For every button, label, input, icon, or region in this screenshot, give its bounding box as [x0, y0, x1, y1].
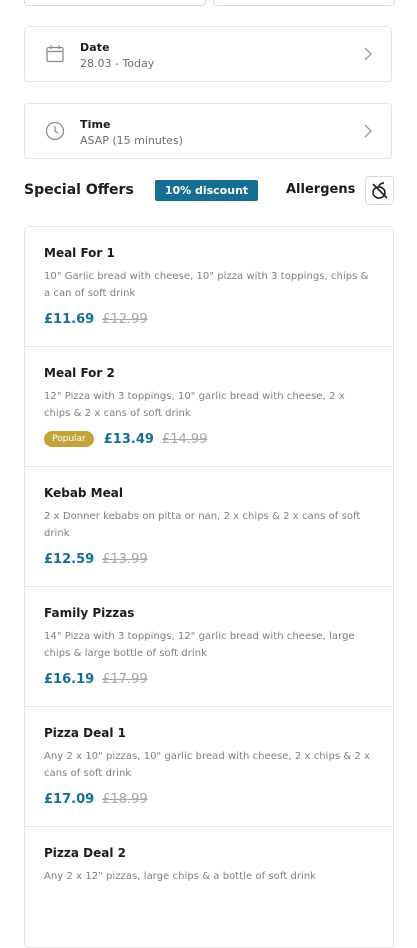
chevron-right-icon	[363, 46, 373, 62]
time-label: Time	[80, 118, 111, 131]
offer-prices	[44, 909, 373, 929]
clock-icon	[45, 121, 65, 141]
time-picker[interactable]: Time ASAP (15 minutes)	[24, 103, 392, 159]
offer-price: £12.59	[44, 551, 95, 567]
special-offers-title: Special Offers	[24, 182, 134, 198]
date-label: Date	[80, 41, 110, 54]
offer-description: 2 x Donner kebabs on pitta or nan, 2 x c…	[44, 511, 361, 539]
date-picker[interactable]: Date 28.03 - Today	[24, 26, 392, 82]
offer-name: Family Pizzas	[44, 606, 135, 620]
offer-name: Meal For 1	[44, 246, 115, 260]
order-type-tabs	[24, 0, 395, 6]
offer-card[interactable]: Kebab Meal 2 x Donner kebabs on pitta or…	[25, 467, 393, 587]
time-value: ASAP (15 minutes)	[80, 134, 183, 147]
offer-name: Pizza Deal 2	[44, 846, 126, 860]
date-value: 28.03 - Today	[80, 57, 155, 70]
offer-name: Meal For 2	[44, 366, 115, 380]
offer-name: Pizza Deal 1	[44, 726, 126, 740]
offer-old-price: £13.99	[102, 551, 148, 567]
order-type-tab-left[interactable]	[24, 0, 206, 6]
allergens-label[interactable]: Allergens	[286, 182, 355, 197]
offer-card[interactable]: Meal For 2 12" Pizza with 3 toppings, 10…	[25, 347, 393, 467]
discount-badge: 10% discount	[155, 180, 258, 201]
special-offers-list: Meal For 1 10" Garlic bread with cheese,…	[24, 226, 394, 948]
offer-name: Kebab Meal	[44, 486, 123, 500]
special-offers-header: Special Offers 10% discount Allergens	[24, 174, 394, 208]
offer-description: 10" Garlic bread with cheese, 10" pizza …	[44, 271, 369, 299]
order-type-tab-right[interactable]	[213, 0, 395, 6]
offer-card[interactable]: Meal For 1 10" Garlic bread with cheese,…	[25, 227, 393, 347]
offer-prices: £12.59 £13.99	[44, 549, 373, 569]
offer-card[interactable]: Family Pizzas 14" Pizza with 3 toppings,…	[25, 587, 393, 707]
offer-price: £17.09	[44, 791, 95, 807]
offer-prices: £17.09 £18.99	[44, 789, 373, 809]
offer-card[interactable]: Pizza Deal 2 Any 2 x 12" pizzas, large c…	[25, 827, 393, 947]
offer-old-price: £12.99	[102, 311, 148, 327]
offer-prices: £11.69 £12.99	[44, 309, 373, 329]
offer-price: £13.49	[103, 431, 154, 447]
allergens-icon	[372, 182, 388, 199]
allergens-button[interactable]	[365, 176, 394, 205]
offer-price: £16.19	[44, 671, 95, 687]
offer-description: 12" Pizza with 3 toppings, 10" garlic br…	[44, 391, 345, 419]
offer-prices: £16.19 £17.99	[44, 669, 373, 689]
chevron-right-icon	[363, 123, 373, 139]
offer-prices: Popular £13.49 £14.99	[44, 429, 373, 449]
offer-card[interactable]: Pizza Deal 1 Any 2 x 10" pizzas, 10" gar…	[25, 707, 393, 827]
offer-description: Any 2 x 10" pizzas, 10" garlic bread wit…	[44, 751, 371, 779]
calendar-icon	[45, 44, 65, 64]
offer-old-price: £18.99	[102, 791, 148, 807]
offer-description: Any 2 x 12" pizzas, large chips & a bott…	[44, 871, 317, 882]
popular-badge: Popular	[44, 431, 94, 447]
offer-description: 14" Pizza with 3 toppings, 12" garlic br…	[44, 631, 355, 659]
offer-price: £11.69	[44, 311, 95, 327]
offer-old-price: £14.99	[161, 431, 208, 447]
offer-old-price: £17.99	[102, 671, 148, 687]
